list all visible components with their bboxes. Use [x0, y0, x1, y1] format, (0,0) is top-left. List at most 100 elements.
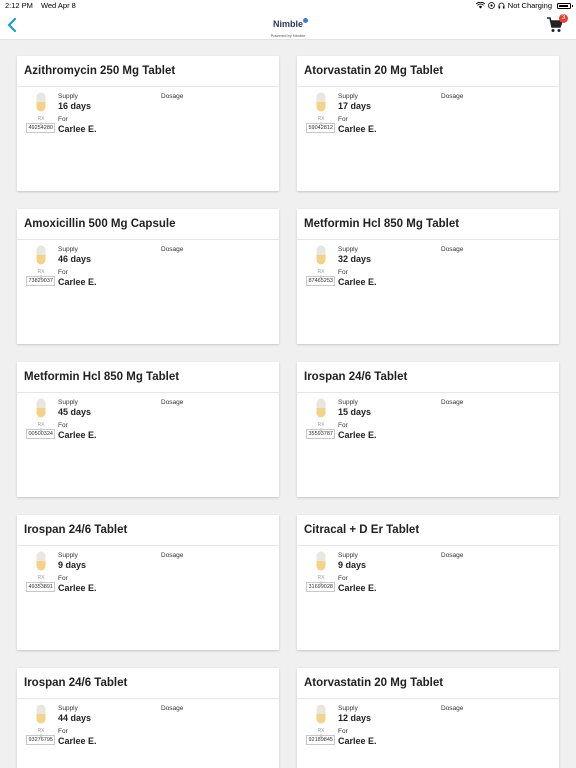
capsule-icon — [316, 245, 326, 265]
supply-label: Supply — [338, 246, 358, 253]
for-label: For — [338, 116, 348, 123]
prescription-name: Atorvastatin 20 Mg Tablet — [297, 56, 559, 87]
rx-number: 59042812 — [306, 123, 336, 133]
prescription-card[interactable]: Azithromycin 250 Mg Tablet RX # 49254280… — [17, 56, 279, 191]
brand-dot — [303, 18, 308, 23]
dosage-label: Dosage — [441, 552, 464, 559]
battery-icon — [557, 2, 573, 9]
status-date: Wed Apr 8 — [40, 1, 76, 10]
prescription-card[interactable]: Citracal + D Er Tablet RX # 31699028 Sup… — [297, 515, 559, 650]
prescription-name: Atorvastatin 20 Mg Tablet — [297, 668, 559, 699]
prescription-name: Irospan 24/6 Tablet — [17, 668, 279, 699]
patient-name: Carlee E. — [338, 277, 377, 287]
supply-label: Supply — [338, 93, 358, 100]
prescription-name: Citracal + D Er Tablet — [297, 515, 559, 546]
prescription-card[interactable]: Irospan 24/6 Tablet RX # 35593787 Supply… — [297, 362, 559, 497]
dosage-label: Dosage — [161, 246, 184, 253]
supply-label: Supply — [58, 93, 78, 100]
cart-button[interactable]: 3 — [546, 14, 568, 36]
for-label: For — [58, 116, 68, 123]
dosage-label: Dosage — [161, 93, 184, 100]
brand-name: Nimble — [273, 18, 308, 29]
prescription-card[interactable]: Metformin Hcl 850 Mg Tablet RX # 0050032… — [17, 362, 279, 497]
status-time: 2:12 PM — [5, 1, 33, 10]
prescription-name: Irospan 24/6 Tablet — [297, 362, 559, 393]
supply-label: Supply — [58, 246, 78, 253]
supply-label: Supply — [58, 552, 78, 559]
patient-name: Carlee E. — [58, 124, 97, 134]
patient-name: Carlee E. — [58, 277, 97, 287]
cart-badge: 3 — [559, 14, 568, 23]
patient-name: Carlee E. — [338, 736, 377, 746]
for-label: For — [338, 728, 348, 735]
supply-value: 46 days — [58, 254, 92, 264]
prescription-name: Irospan 24/6 Tablet — [17, 515, 279, 546]
rx-number: 93276795 — [26, 735, 56, 745]
headphones-icon — [498, 2, 505, 9]
patient-name: Carlee E. — [58, 430, 97, 440]
supply-value: 9 days — [338, 560, 367, 570]
brand-logo: Nimble Powered by Nimble — [0, 14, 576, 38]
prescription-card[interactable]: Metformin Hcl 850 Mg Tablet RX # 8746525… — [297, 209, 559, 344]
supply-value: 44 days — [58, 713, 92, 723]
status-left: 2:12 PM Wed Apr 8 — [5, 1, 84, 10]
for-label: For — [58, 269, 68, 276]
supply-value: 17 days — [338, 101, 372, 111]
capsule-icon — [316, 398, 326, 418]
patient-name: Carlee E. — [338, 124, 377, 134]
wifi-icon — [475, 2, 485, 9]
dosage-label: Dosage — [441, 399, 464, 406]
supply-label: Supply — [58, 399, 78, 406]
capsule-icon — [36, 92, 46, 112]
for-label: For — [58, 728, 68, 735]
dosage-label: Dosage — [441, 246, 464, 253]
capsule-icon — [316, 551, 326, 571]
dosage-label: Dosage — [161, 399, 184, 406]
prescription-name: Metformin Hcl 850 Mg Tablet — [17, 362, 279, 393]
prescription-card[interactable]: Irospan 24/6 Tablet RX # 49353891 Supply… — [17, 515, 279, 650]
rx-number: 73829037 — [26, 276, 56, 286]
prescription-grid: Azithromycin 250 Mg Tablet RX # 49254280… — [17, 56, 559, 768]
prescription-card[interactable]: Atorvastatin 20 Mg Tablet RX # 92189845 … — [297, 668, 559, 768]
powered-by: Powered by Nimble — [270, 33, 306, 38]
for-label: For — [338, 575, 348, 582]
dosage-label: Dosage — [161, 552, 184, 559]
dosage-label: Dosage — [161, 705, 184, 712]
rx-number: 35593787 — [306, 429, 336, 439]
location-icon — [487, 2, 495, 9]
rx-number: 92189845 — [306, 735, 336, 745]
prescription-card[interactable]: Atorvastatin 20 Mg Tablet RX # 59042812 … — [297, 56, 559, 191]
rx-number: 49254280 — [26, 123, 56, 133]
supply-label: Supply — [58, 705, 78, 712]
supply-label: Supply — [338, 552, 358, 559]
status-right: Not Charging — [475, 1, 573, 10]
capsule-icon — [36, 704, 46, 724]
prescription-name: Amoxicillin 500 Mg Capsule — [17, 209, 279, 240]
for-label: For — [338, 269, 348, 276]
prescription-name: Azithromycin 250 Mg Tablet — [17, 56, 279, 87]
rx-number: 49353891 — [26, 582, 56, 592]
nav-bar: Nimble Powered by Nimble 3 — [0, 12, 576, 40]
for-label: For — [338, 422, 348, 429]
for-label: For — [58, 422, 68, 429]
prescription-card[interactable]: Amoxicillin 500 Mg Capsule RX # 73829037… — [17, 209, 279, 344]
supply-value: 45 days — [58, 407, 92, 417]
capsule-icon — [316, 92, 326, 112]
prescription-card[interactable]: Irospan 24/6 Tablet RX # 93276795 Supply… — [17, 668, 279, 768]
capsule-icon — [36, 245, 46, 265]
capsule-icon — [316, 704, 326, 724]
patient-name: Carlee E. — [58, 583, 97, 593]
rx-number: 31699028 — [306, 582, 336, 592]
supply-value: 16 days — [58, 101, 92, 111]
charging-status: Not Charging — [507, 1, 552, 10]
supply-label: Supply — [338, 399, 358, 406]
rx-number: 00500324 — [26, 429, 56, 439]
supply-value: 9 days — [58, 560, 87, 570]
dosage-label: Dosage — [441, 93, 464, 100]
capsule-icon — [36, 551, 46, 571]
supply-value: 15 days — [338, 407, 372, 417]
status-bar: 2:12 PM Wed Apr 8 Not Charging — [0, 0, 576, 12]
supply-value: 32 days — [338, 254, 372, 264]
for-label: For — [58, 575, 68, 582]
capsule-icon — [36, 398, 46, 418]
